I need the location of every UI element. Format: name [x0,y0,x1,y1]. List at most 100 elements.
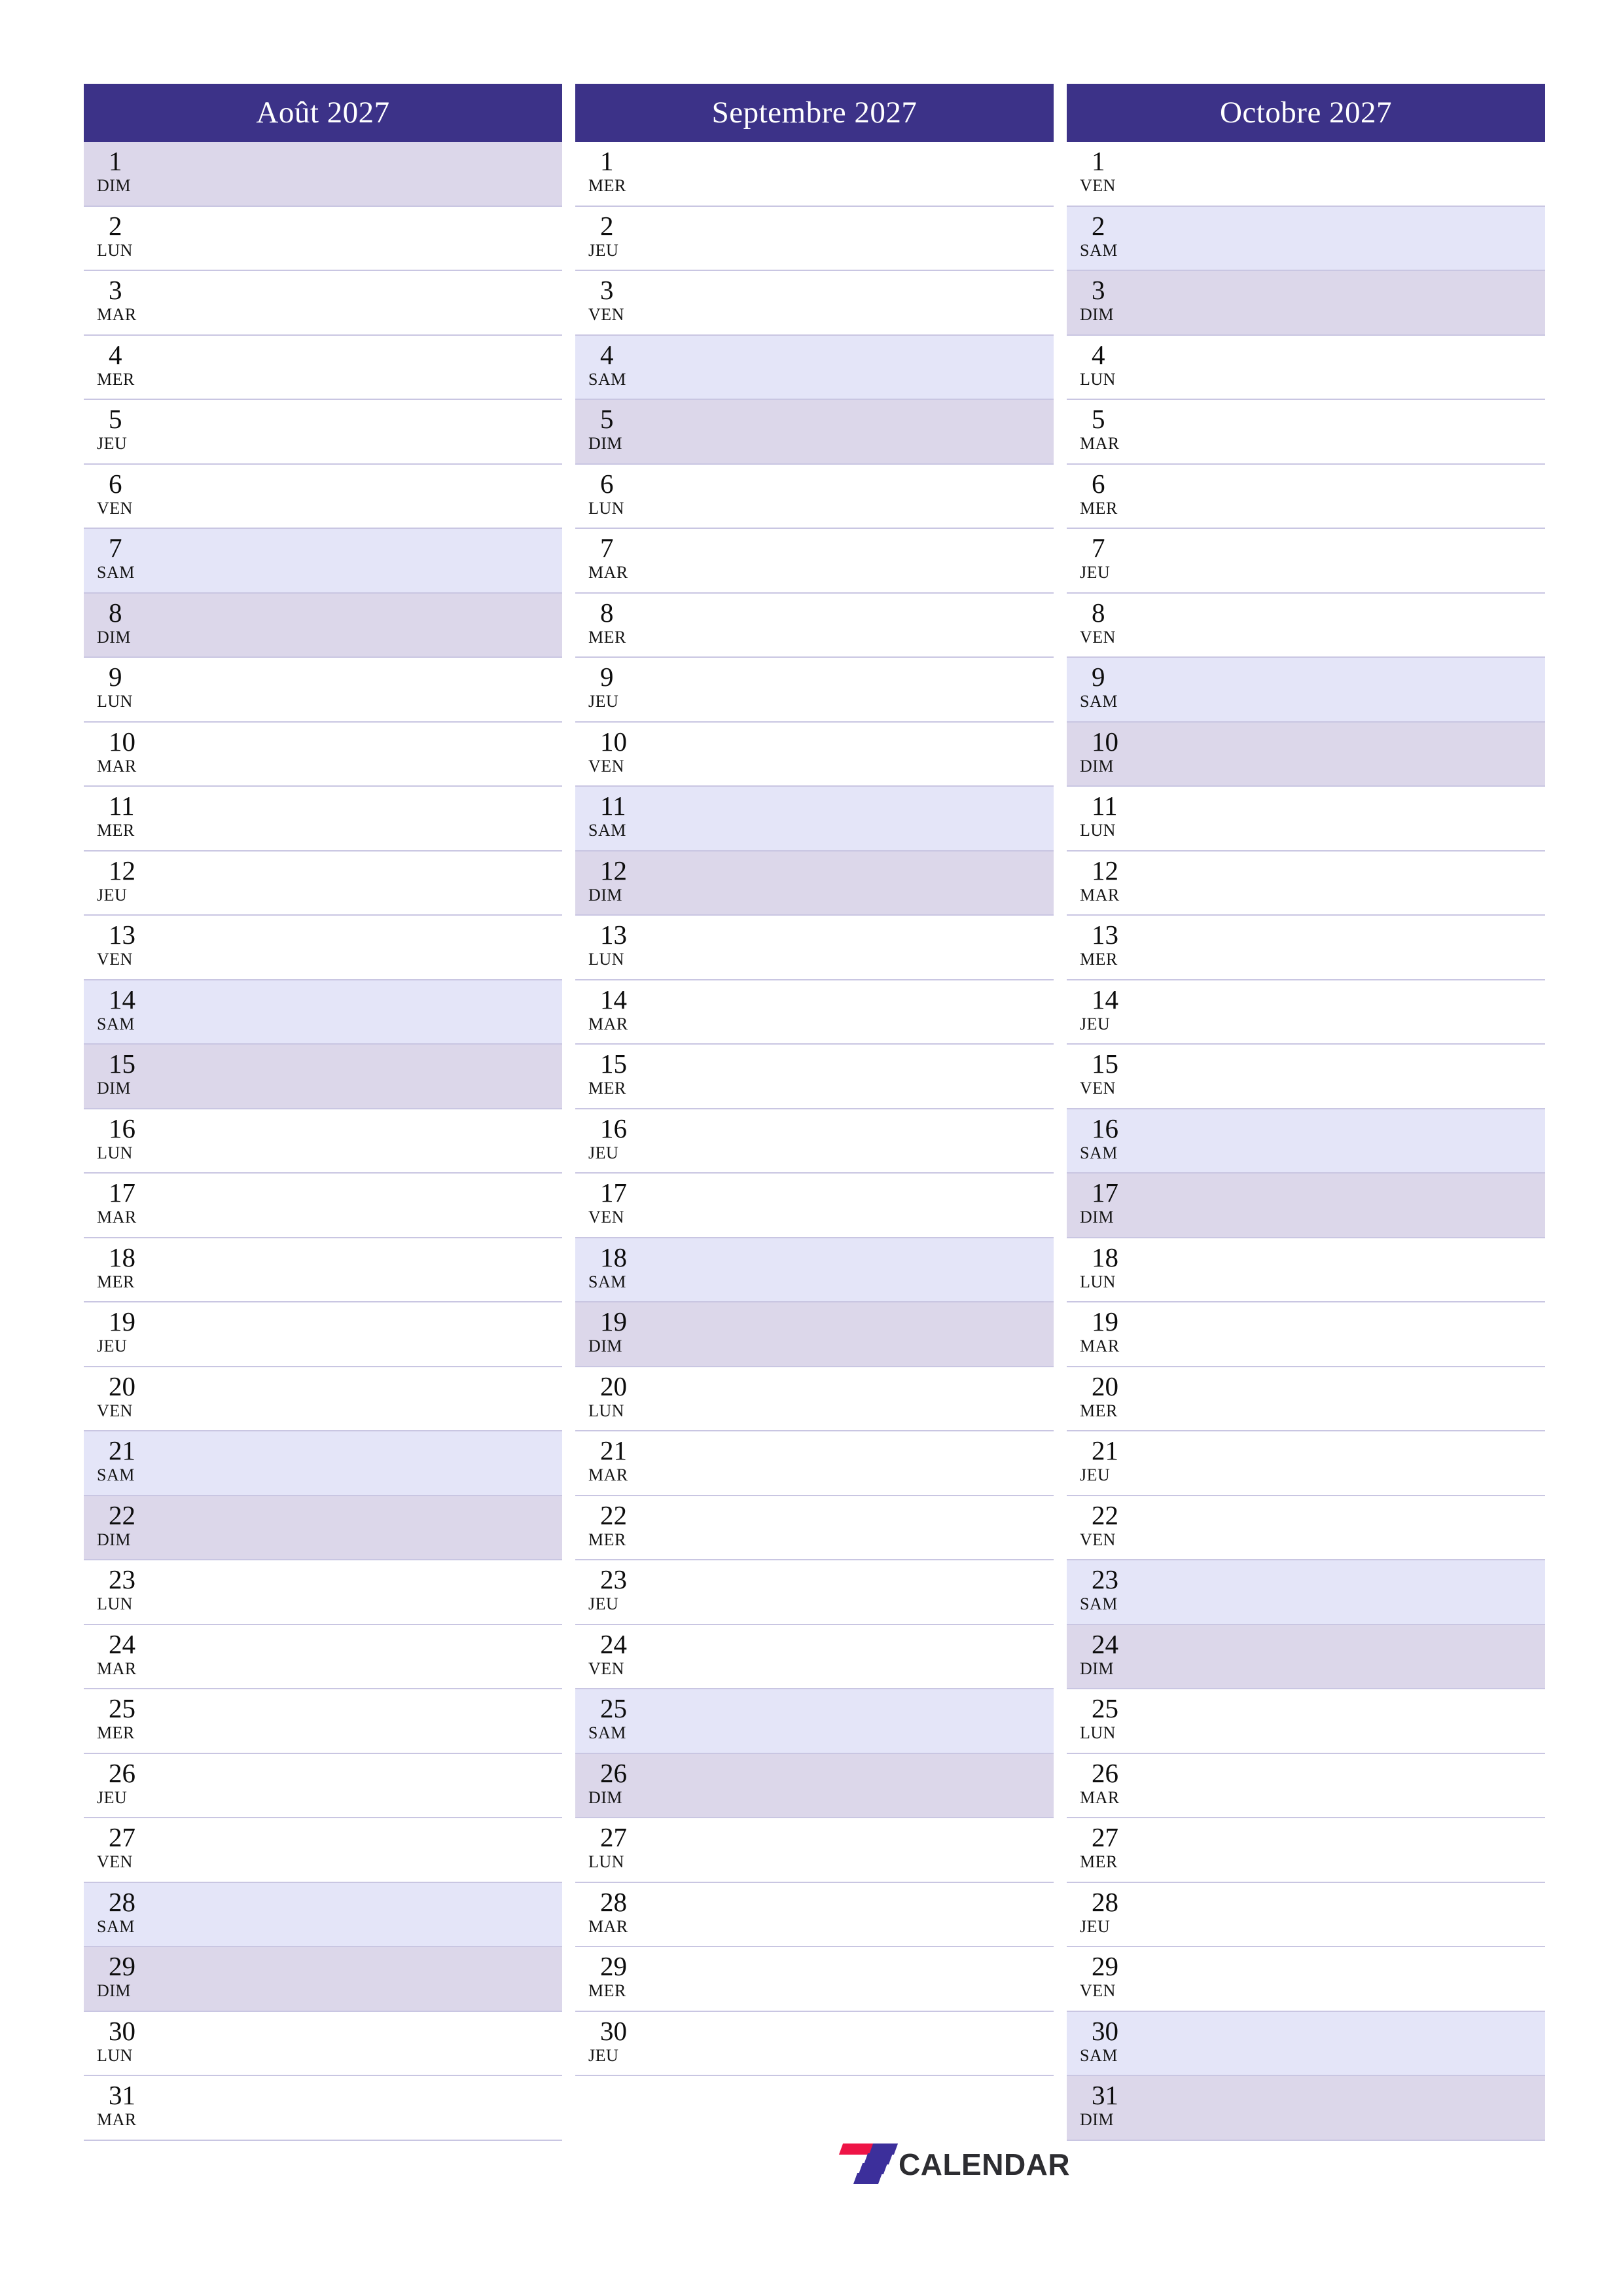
day-row[interactable]: 2 LUN [84,206,562,271]
day-row[interactable]: 11 MER [84,787,562,852]
day-row[interactable]: 27 LUN [575,1818,1054,1883]
day-row[interactable]: 9 SAM [1067,658,1545,723]
day-row[interactable]: 10 VEN [575,722,1054,787]
day-row[interactable]: 25 SAM [575,1689,1054,1754]
day-row[interactable]: 29 VEN [1067,1947,1545,2012]
day-row[interactable]: 15 VEN [1067,1045,1545,1109]
day-row[interactable]: 21 SAM [84,1431,562,1496]
day-row[interactable]: 31 MAR [84,2076,562,2141]
day-row[interactable]: 19 DIM [575,1302,1054,1367]
day-row[interactable]: 17 MAR [84,1174,562,1238]
day-row[interactable]: 14 MAR [575,980,1054,1045]
day-row[interactable]: 17 DIM [1067,1174,1545,1238]
day-row[interactable]: 7 SAM [84,529,562,594]
day-row[interactable]: 1 DIM [84,142,562,207]
day-row[interactable]: 19 MAR [1067,1302,1545,1367]
day-row[interactable]: 3 MAR [84,271,562,336]
day-row[interactable]: 24 VEN [575,1624,1054,1689]
day-row[interactable]: 12 MAR [1067,851,1545,916]
day-row[interactable]: 7 JEU [1067,529,1545,594]
day-row[interactable]: 17 VEN [575,1174,1054,1238]
day-row[interactable]: 21 JEU [1067,1431,1545,1496]
day-row[interactable]: 2 JEU [575,206,1054,271]
day-row[interactable]: 29 DIM [84,1947,562,2012]
day-number: 30 [600,2015,627,2046]
day-row[interactable]: 9 LUN [84,658,562,723]
day-row[interactable]: 14 JEU [1067,980,1545,1045]
day-row[interactable]: 4 SAM [575,335,1054,400]
day-row[interactable]: 15 MER [575,1045,1054,1109]
day-row[interactable]: 12 DIM [575,851,1054,916]
day-row[interactable]: 18 LUN [1067,1238,1545,1302]
day-row[interactable]: 19 JEU [84,1302,562,1367]
day-row[interactable]: 8 VEN [1067,593,1545,658]
day-row[interactable]: 30 SAM [1067,2011,1545,2076]
day-row[interactable]: 26 MAR [1067,1753,1545,1818]
day-row[interactable]: 3 VEN [575,271,1054,336]
day-row[interactable]: 20 VEN [84,1367,562,1431]
day-row[interactable]: 5 MAR [1067,400,1545,465]
day-row[interactable]: 20 MER [1067,1367,1545,1431]
day-row[interactable]: 5 DIM [575,400,1054,465]
day-row[interactable]: 16 LUN [84,1109,562,1174]
day-row[interactable]: 11 SAM [575,787,1054,852]
day-row[interactable]: 10 MAR [84,722,562,787]
day-row[interactable]: 30 LUN [84,2011,562,2076]
day-row[interactable]: 6 MER [1067,464,1545,529]
day-row[interactable]: 29 MER [575,1947,1054,2012]
day-row[interactable]: 8 DIM [84,593,562,658]
day-number: 28 [1092,1886,1118,1917]
day-row[interactable]: 28 MAR [575,1882,1054,1947]
day-row[interactable]: 23 SAM [1067,1560,1545,1625]
day-row[interactable]: 27 VEN [84,1818,562,1883]
day-row[interactable]: 31 DIM [1067,2076,1545,2141]
month-column: Août 2027 1 DIM 2 LUN 3 MAR 4 MER 5 JEU 6 VEN 7 SAM 8 DI… [84,84,562,2141]
day-row[interactable]: 18 MER [84,1238,562,1302]
day-row[interactable]: 7 MAR [575,529,1054,594]
day-row[interactable]: 23 LUN [84,1560,562,1625]
day-row[interactable]: 4 LUN [1067,335,1545,400]
day-row[interactable]: 3 DIM [1067,271,1545,336]
day-row[interactable]: 1 MER [575,142,1054,207]
day-row[interactable]: 26 DIM [575,1753,1054,1818]
day-row[interactable]: 5 JEU [84,400,562,465]
day-row[interactable]: 20 LUN [575,1367,1054,1431]
day-row[interactable]: 9 JEU [575,658,1054,723]
day-row[interactable]: 21 MAR [575,1431,1054,1496]
day-row[interactable]: 25 LUN [1067,1689,1545,1754]
day-of-week: JEU [588,1594,619,1613]
day-row[interactable]: 30 JEU [575,2011,1054,2076]
day-row[interactable]: 12 JEU [84,851,562,916]
day-row[interactable]: 6 LUN [575,464,1054,529]
day-row[interactable]: 8 MER [575,593,1054,658]
day-row[interactable]: 4 MER [84,335,562,400]
day-row[interactable]: 13 MER [1067,916,1545,980]
day-row[interactable]: 13 LUN [575,916,1054,980]
day-row[interactable]: 18 SAM [575,1238,1054,1302]
day-row[interactable]: 13 VEN [84,916,562,980]
day-row[interactable]: 1 VEN [1067,142,1545,207]
day-row[interactable]: 23 JEU [575,1560,1054,1625]
day-row[interactable]: 22 VEN [1067,1496,1545,1560]
day-row[interactable]: 16 JEU [575,1109,1054,1174]
day-row[interactable]: 24 DIM [1067,1624,1545,1689]
day-row[interactable]: 22 DIM [84,1496,562,1560]
day-row[interactable]: 10 DIM [1067,722,1545,787]
day-row[interactable]: 11 LUN [1067,787,1545,852]
day-row[interactable]: 24 MAR [84,1624,562,1689]
day-row[interactable]: 14 SAM [84,980,562,1045]
day-row[interactable]: 28 JEU [1067,1882,1545,1947]
day-of-week: LUN [1080,1272,1116,1291]
day-row[interactable]: 22 MER [575,1496,1054,1560]
day-of-week: MER [588,1530,626,1549]
day-row[interactable]: 16 SAM [1067,1109,1545,1174]
day-row[interactable]: 2 SAM [1067,206,1545,271]
day-number: 4 [109,339,122,370]
day-row[interactable]: 28 SAM [84,1882,562,1947]
day-row[interactable]: 6 VEN [84,464,562,529]
day-row[interactable]: 15 DIM [84,1045,562,1109]
day-row[interactable]: 27 MER [1067,1818,1545,1883]
day-row[interactable]: 25 MER [84,1689,562,1754]
day-number: 15 [109,1049,135,1079]
day-row[interactable]: 26 JEU [84,1753,562,1818]
